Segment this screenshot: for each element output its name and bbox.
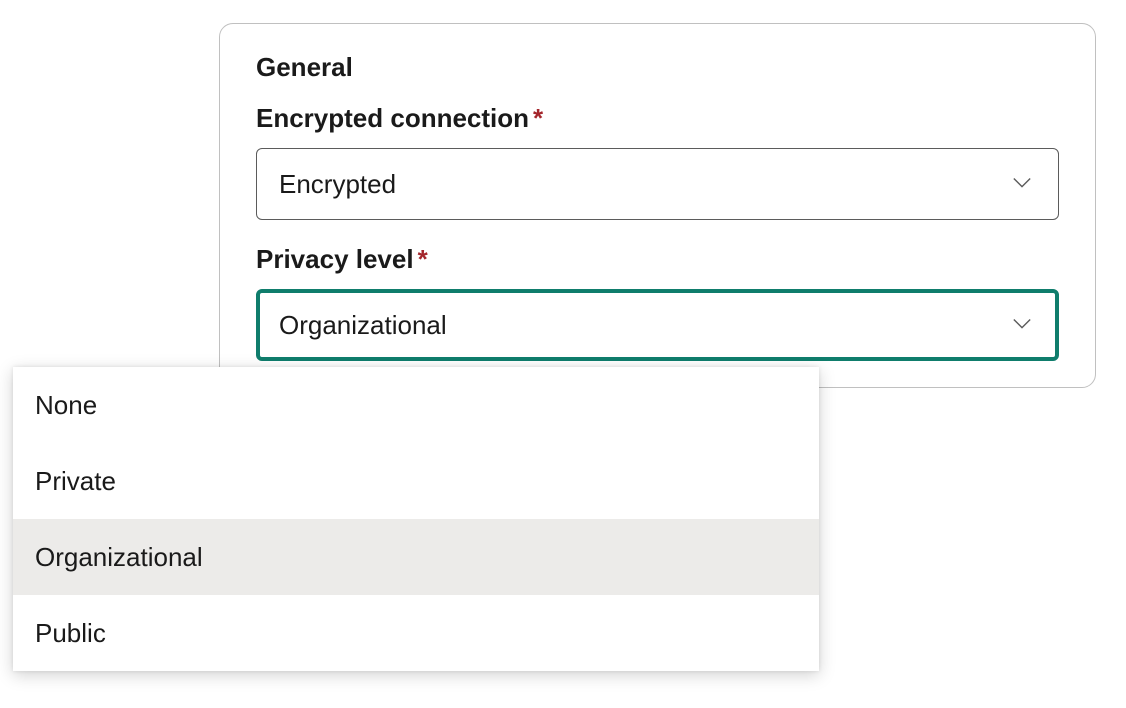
chevron-down-icon [1008,309,1036,342]
encrypted-connection-value: Encrypted [279,169,396,200]
encrypted-connection-dropdown[interactable]: Encrypted [256,148,1059,220]
general-panel: General Encrypted connection* Encrypted … [219,23,1096,388]
chevron-down-icon [1008,168,1036,201]
field-label-text: Encrypted connection [256,103,529,133]
privacy-option-public[interactable]: Public [13,595,819,671]
encrypted-connection-label: Encrypted connection* [256,103,1059,134]
privacy-level-dropdown[interactable]: Organizational [256,289,1059,361]
panel-title: General [256,52,1059,83]
privacy-option-none[interactable]: None [13,367,819,443]
privacy-level-value: Organizational [279,310,447,341]
option-label: Private [35,466,116,497]
field-label-text: Privacy level [256,244,414,274]
privacy-level-label: Privacy level* [256,244,1059,275]
required-indicator: * [533,103,543,133]
privacy-option-private[interactable]: Private [13,443,819,519]
option-label: Public [35,618,106,649]
privacy-option-organizational[interactable]: Organizational [13,519,819,595]
privacy-level-options-list: None Private Organizational Public [13,367,819,671]
required-indicator: * [418,244,428,274]
option-label: Organizational [35,542,203,573]
option-label: None [35,390,97,421]
